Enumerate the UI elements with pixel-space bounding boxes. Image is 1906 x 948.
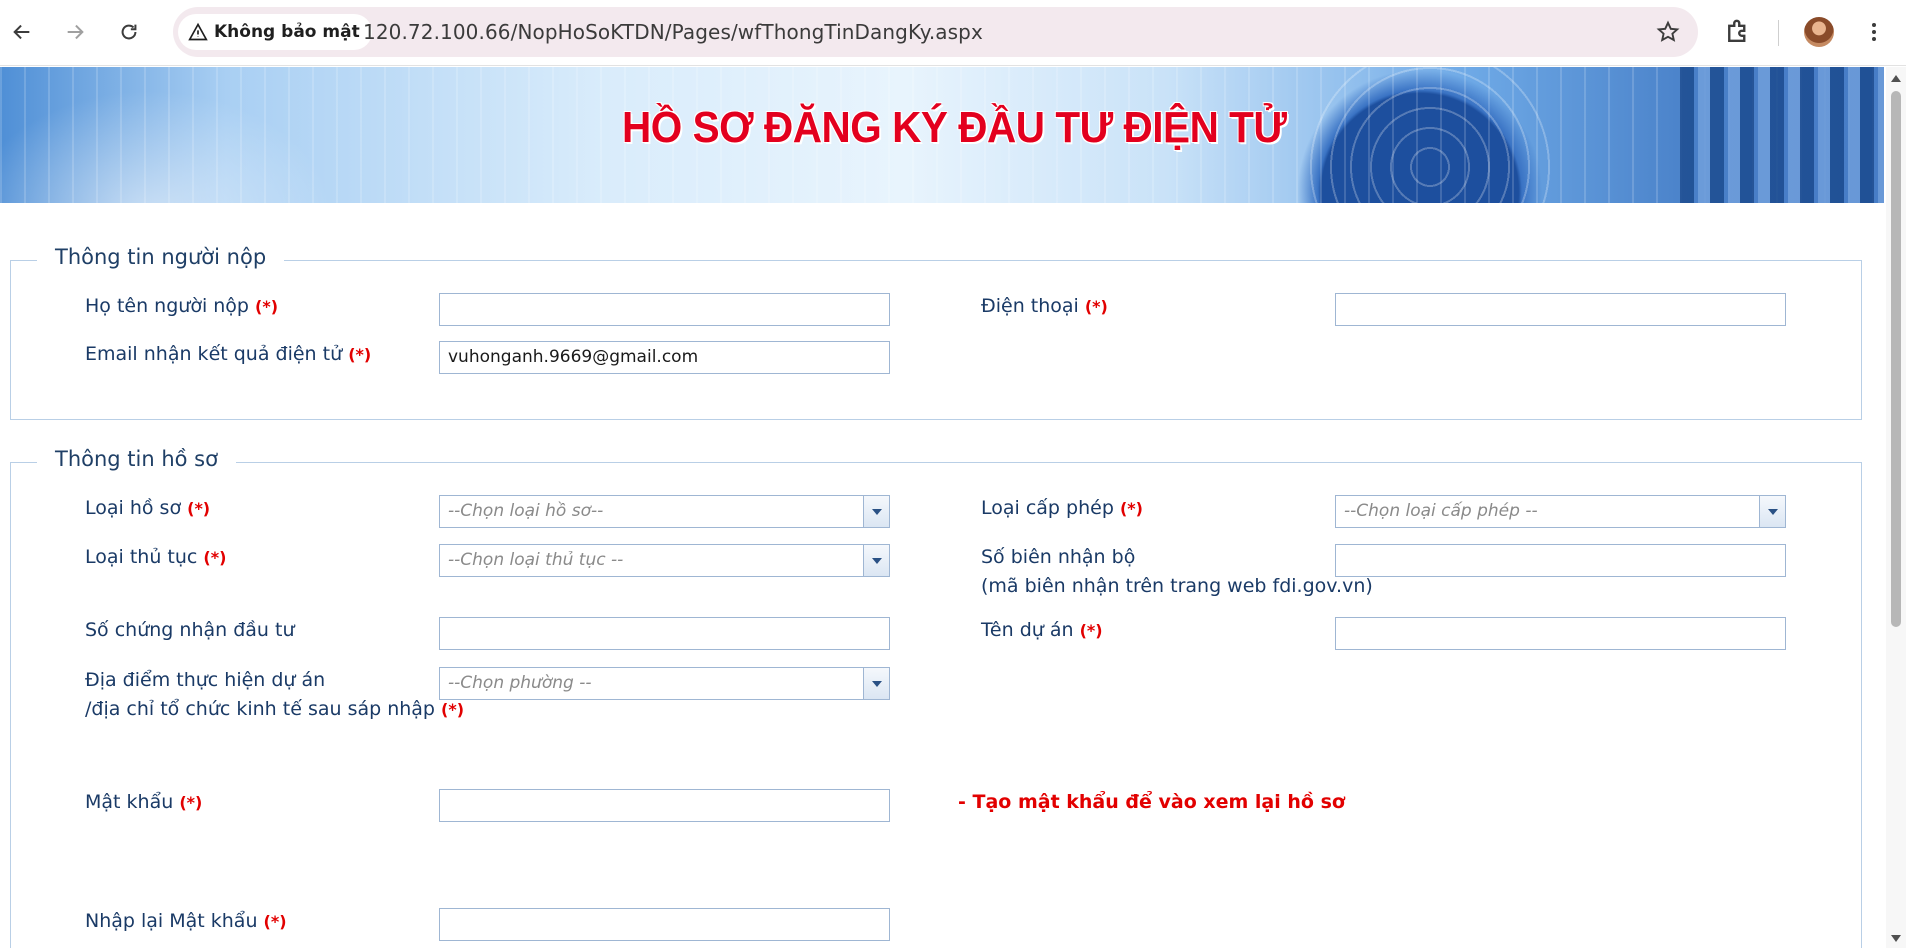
required-mark: (*) [441,700,465,719]
star-icon[interactable] [1656,20,1680,44]
investment-cert-label: Số chứng nhận đầu tư [85,619,295,641]
dropdown-arrow[interactable] [863,668,889,699]
required-mark: (*) [1079,621,1103,640]
back-button[interactable] [4,14,40,50]
chevron-down-icon [871,557,882,564]
project-name-input[interactable] [1335,617,1786,650]
email-input[interactable]: vuhonganh.9669@gmail.com [439,341,890,374]
browser-toolbar: Không bảo mật 120.72.100.66/NopHoSoKTDN/… [0,0,1906,66]
license-type-label: Loại cấp phép (*) [981,497,1143,519]
forward-button[interactable] [57,14,93,50]
required-mark: (*) [179,793,203,812]
license-type-select[interactable]: --Chọn loại cấp phép -- [1335,495,1786,528]
banner-building-graphic [1680,67,1884,203]
procedure-type-select[interactable]: --Chọn loại thủ tục -- [439,544,890,577]
dossier-type-select[interactable]: --Chọn loại hồ sơ-- [439,495,890,528]
scrollbar-thumb[interactable] [1891,91,1901,627]
submitter-name-label: Họ tên người nộp (*) [85,295,279,317]
header-banner: HỒ SƠ ĐĂNG KÝ ĐẦU TƯ ĐIỆN TỬ [0,67,1884,203]
license-type-placeholder: --Chọn loại cấp phép -- [1344,501,1538,521]
dropdown-arrow[interactable] [863,545,889,576]
confirm-password-label: Nhập lại Mật khẩu (*) [85,910,287,932]
ward-select[interactable]: --Chọn phường -- [439,667,890,700]
required-mark: (*) [1084,297,1108,316]
banner-globe-graphic [1300,67,1560,203]
location-label: Địa điểm thực hiện dự án [85,669,326,691]
chevron-down-icon [871,508,882,515]
chevron-down-icon [871,680,882,687]
security-label: Không bảo mật [214,22,360,42]
required-mark: (*) [187,499,211,518]
url-text[interactable]: 120.72.100.66/NopHoSoKTDN/Pages/wfThongT… [363,20,983,44]
reload-icon [121,24,137,40]
phone-label: Điện thoại (*) [981,295,1108,317]
extensions-icon[interactable] [1723,17,1753,47]
arrow-right-icon [67,24,84,40]
password-hint: - Tạo mật khẩu để vào xem lại hồ sơ [958,791,1345,813]
scroll-down-icon[interactable] [1890,934,1902,944]
procedure-type-placeholder: --Chọn loại thủ tục -- [448,550,624,570]
page-scrollbar[interactable] [1886,67,1906,948]
submitter-name-input[interactable] [439,293,890,326]
profile-avatar[interactable] [1804,17,1834,47]
dossier-type-placeholder: --Chọn loại hồ sơ-- [448,501,604,521]
dossier-legend: Thông tin hồ sơ [37,444,236,474]
toolbar-divider [1778,20,1779,46]
password-label: Mật khẩu (*) [85,791,203,813]
password-input[interactable] [439,789,890,822]
submitter-legend: Thông tin người nộp [37,242,285,272]
chevron-down-icon [1767,508,1778,515]
required-mark: (*) [263,912,287,931]
scroll-up-icon[interactable] [1890,73,1902,83]
dossier-type-label: Loại hồ sơ (*) [85,497,211,519]
address-bar[interactable]: Không bảo mật 120.72.100.66/NopHoSoKTDN/… [173,7,1698,57]
arrow-left-icon [13,24,30,40]
menu-dots-icon[interactable] [1862,19,1886,45]
procedure-type-label: Loại thủ tục (*) [85,546,227,568]
page-content: HỒ SƠ ĐĂNG KÝ ĐẦU TƯ ĐIỆN TỬ Thông tin n… [0,67,1886,948]
location-sublabel: /địa chỉ tổ chức kinh tế sau sáp nhập (*… [85,698,465,720]
reload-button[interactable] [111,14,147,50]
ward-placeholder: --Chọn phường -- [448,673,592,693]
project-name-label: Tên dự án (*) [981,619,1103,641]
required-mark: (*) [255,297,279,316]
dropdown-arrow[interactable] [1759,496,1785,527]
dropdown-arrow[interactable] [863,496,889,527]
required-mark: (*) [348,345,372,364]
confirm-password-input[interactable] [439,908,890,941]
receipt-number-label: Số biên nhận bộ [981,546,1136,568]
banner-title: HỒ SƠ ĐĂNG KÝ ĐẦU TƯ ĐIỆN TỬ [622,103,1287,152]
investment-cert-input[interactable] [439,617,890,650]
security-indicator[interactable]: Không bảo mật [178,14,372,50]
phone-input[interactable] [1335,293,1786,326]
email-label: Email nhận kết quả điện tử (*) [85,343,372,365]
warning-icon [188,22,208,41]
required-mark: (*) [1119,499,1143,518]
receipt-number-input[interactable] [1335,544,1786,577]
receipt-number-sublabel: (mã biên nhận trên trang web fdi.gov.vn) [981,575,1373,597]
submitter-section: Thông tin người nộp [10,242,1862,420]
required-mark: (*) [203,548,227,567]
